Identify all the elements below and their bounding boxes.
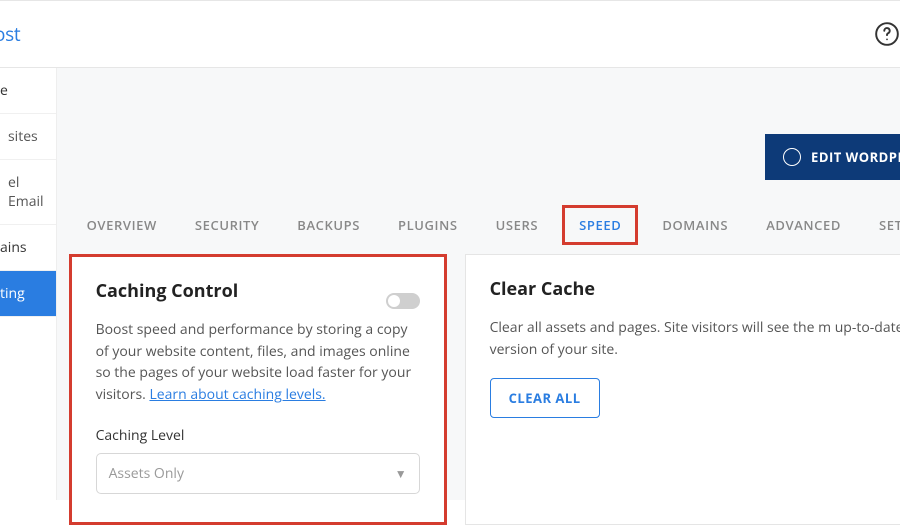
clear-cache-card: Clear Cache Clear all assets and pages. … <box>465 254 900 525</box>
tab-domains[interactable]: DOMAINS <box>658 208 732 242</box>
sidebar-item-3[interactable]: ains <box>0 225 56 271</box>
tab-overview[interactable]: OVERVIEW <box>83 208 161 242</box>
topbar: ost <box>0 0 900 68</box>
caching-control-card: Caching Control Boost speed and performa… <box>69 254 447 525</box>
sidebar-item-4[interactable]: ting <box>0 271 56 317</box>
clear-cache-title: Clear Cache <box>490 277 900 301</box>
caching-card-header: Caching Control <box>96 279 420 319</box>
tab-users[interactable]: USERS <box>492 208 543 242</box>
sidebar: e sites el Email ains ting <box>0 68 57 500</box>
content: Caching Control Boost speed and performa… <box>57 242 900 525</box>
caching-level-value: Assets Only <box>109 464 184 483</box>
tab-plugins[interactable]: PLUGINS <box>394 208 462 242</box>
brand-logo: ost <box>0 21 20 47</box>
edit-wordpress-label: EDIT WORDPRESS <box>811 148 900 166</box>
sidebar-item-2[interactable]: el Email <box>0 160 56 225</box>
edit-wordpress-button[interactable]: EDIT WORDPRESS <box>765 134 900 180</box>
caching-description: Boost speed and performance by storing a… <box>96 319 420 406</box>
caching-toggle[interactable] <box>386 293 420 309</box>
caching-level-label: Caching Level <box>96 426 420 445</box>
caching-title: Caching Control <box>96 279 239 303</box>
learn-caching-link[interactable]: Learn about caching levels. <box>149 385 325 404</box>
clear-cache-description: Clear all assets and pages. Site visitor… <box>490 317 900 360</box>
tab-settings[interactable]: SETTINGS <box>875 208 900 242</box>
caching-level-select[interactable]: Assets Only ▼ <box>96 453 420 494</box>
sidebar-item-1[interactable]: sites <box>0 114 56 160</box>
tab-backups[interactable]: BACKUPS <box>293 208 364 242</box>
help-icon[interactable] <box>874 21 900 47</box>
main: EDIT WORDPRESS OVERVIEW SECURITY BACKUPS… <box>57 68 900 500</box>
layout: e sites el Email ains ting EDIT WORDPRES… <box>0 68 900 500</box>
tab-security[interactable]: SECURITY <box>191 208 263 242</box>
tab-speed[interactable]: SPEED <box>562 205 638 245</box>
chevron-down-icon: ▼ <box>395 465 407 482</box>
sidebar-item-0[interactable]: e <box>0 68 56 114</box>
clear-all-button[interactable]: CLEAR ALL <box>490 378 600 418</box>
tab-advanced[interactable]: ADVANCED <box>762 208 845 242</box>
wordpress-icon <box>783 148 801 166</box>
